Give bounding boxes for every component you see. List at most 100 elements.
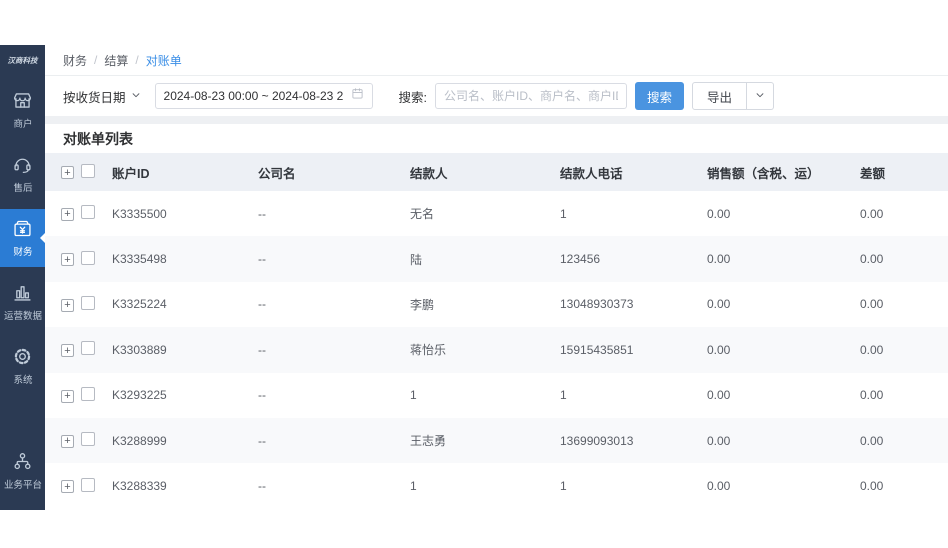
table-row: + K3288999 -- 王志勇 13699093013 0.00 0.00	[45, 417, 948, 464]
cell-account-id: K3335500	[112, 206, 167, 221]
export-button[interactable]: 导出	[692, 82, 748, 110]
cell-settler: 王志勇	[410, 434, 447, 449]
cell-account-id: K3325224	[112, 297, 167, 312]
cell-account-id: K3288339	[112, 479, 167, 494]
cell-company: --	[258, 342, 266, 357]
cell-settler: 李鹏	[410, 297, 435, 312]
cell-settler: 蒋怡乐	[410, 343, 447, 358]
cell-sales-amount: 0.00	[707, 252, 731, 267]
cell-account-id: K3293225	[112, 388, 167, 403]
select-all-checkbox[interactable]	[81, 163, 95, 178]
sidebar-item-label: 售后	[13, 183, 32, 194]
column-header-settler-phone: 结款人电话	[560, 166, 623, 181]
sidebar-item-aftersales[interactable]: 售后	[0, 145, 45, 203]
cell-sales-amount: 0.00	[707, 297, 731, 312]
chevron-down-icon	[131, 89, 141, 103]
search-button[interactable]: 搜索	[635, 82, 685, 110]
search-input[interactable]	[436, 84, 626, 108]
cell-settler-phone: 13048930373	[560, 297, 634, 312]
cell-settler-phone: 123456	[560, 252, 601, 267]
breadcrumb-statement[interactable]: 对账单	[146, 52, 182, 69]
cell-settler: 1	[410, 388, 417, 403]
expand-row-button[interactable]: +	[61, 207, 74, 221]
row-checkbox[interactable]	[81, 205, 95, 220]
row-checkbox[interactable]	[81, 432, 95, 447]
cell-settler: 1	[410, 479, 417, 494]
cashbox-icon	[12, 218, 33, 244]
sidebar-item-label: 业务平台	[3, 480, 42, 491]
cell-sales-amount: 0.00	[707, 479, 731, 494]
calendar-icon	[351, 87, 372, 105]
table-row: + K3288339 -- 1 1 0.00 0.00	[45, 463, 948, 509]
chevron-down-icon	[755, 87, 765, 105]
cell-settler: 陆	[410, 252, 423, 267]
date-range-input[interactable]	[155, 89, 351, 103]
export-dropdown-caret[interactable]	[747, 82, 775, 110]
expand-row-button[interactable]: +	[61, 480, 74, 494]
column-header-sales-amount: 销售额（含税、运）	[707, 166, 820, 181]
sidebar-item-business-platform[interactable]: 业务平台	[0, 442, 45, 500]
breadcrumb-settlement[interactable]: 结算	[104, 52, 128, 69]
breadcrumb-separator: /	[135, 53, 139, 67]
table-row: + K3325224 -- 李鹏 13048930373 0.00 0.00	[45, 281, 948, 328]
cell-settler-phone: 1	[560, 388, 567, 403]
expand-row-button[interactable]: +	[61, 298, 74, 312]
search-box	[435, 83, 627, 109]
date-type-label: 按收货日期	[63, 90, 126, 105]
row-checkbox[interactable]	[81, 386, 95, 401]
org-chart-icon	[12, 451, 33, 477]
column-header-account-id: 账户ID	[112, 166, 150, 181]
sidebar-item-label: 系统	[13, 375, 32, 386]
search-label: 搜索:	[398, 90, 427, 105]
sidebar-item-system[interactable]: 系统	[0, 337, 45, 395]
cell-account-id: K3303889	[112, 342, 167, 357]
expand-all-button[interactable]: +	[61, 166, 74, 180]
breadcrumb-finance[interactable]: 财务	[63, 52, 87, 69]
row-checkbox[interactable]	[81, 250, 95, 265]
sidebar-item-merchant[interactable]: 商户	[0, 81, 45, 139]
table-body: + K3335500 -- 无名 1 0.00 0.00 + K3335498 …	[45, 191, 948, 509]
bar-chart-icon	[12, 282, 33, 308]
row-checkbox[interactable]	[81, 295, 95, 310]
sidebar-item-finance[interactable]: 财务	[0, 209, 45, 267]
sidebar-item-label: 财务	[13, 247, 32, 258]
sidebar-item-operations-data[interactable]: 运营数据	[0, 273, 45, 331]
column-header-difference: 差额	[860, 166, 886, 181]
cell-account-id: K3288999	[112, 433, 167, 448]
table-row: + K3293225 -- 1 1 0.00 0.00	[45, 372, 948, 418]
export-split-button: 导出	[692, 82, 775, 110]
cell-difference: 0.00	[860, 297, 884, 312]
expand-row-button[interactable]: +	[61, 389, 74, 403]
cell-account-id: K3335498	[112, 252, 167, 267]
table-row: + K3335500 -- 无名 1 0.00 0.00	[45, 191, 948, 237]
cell-company: --	[258, 479, 266, 494]
date-type-select[interactable]: 按收货日期	[63, 87, 141, 106]
section-divider	[45, 116, 948, 124]
cell-sales-amount: 0.00	[707, 388, 731, 403]
cell-settler-phone: 1	[560, 479, 567, 494]
row-checkbox[interactable]	[81, 341, 95, 356]
cell-company: --	[258, 297, 266, 312]
cell-difference: 0.00	[860, 342, 884, 357]
date-range-picker[interactable]	[154, 83, 373, 109]
cell-difference: 0.00	[860, 206, 884, 221]
cell-difference: 0.00	[860, 433, 884, 448]
cell-company: --	[258, 252, 266, 267]
expand-row-button[interactable]: +	[61, 344, 74, 358]
expand-row-button[interactable]: +	[61, 253, 74, 267]
expand-row-button[interactable]: +	[61, 434, 74, 448]
cell-sales-amount: 0.00	[707, 342, 731, 357]
cell-difference: 0.00	[860, 479, 884, 494]
row-checkbox[interactable]	[81, 477, 95, 492]
table-header-row: + 账户ID 公司名 结款人 结款人电话 销售额（含税、运） 差额	[45, 153, 948, 191]
cell-sales-amount: 0.00	[707, 433, 731, 448]
logo: 汉商科技	[7, 55, 38, 65]
page-title: 对账单列表	[45, 124, 948, 153]
cell-difference: 0.00	[860, 252, 884, 267]
cell-settler-phone: 15915435851	[560, 342, 634, 357]
cell-settler-phone: 13699093013	[560, 433, 634, 448]
sidebar-item-label: 商户	[13, 119, 32, 130]
app-window: 汉商科技 商户 售后 财务 运营数据 系统 业务平台 财务 / 结算 / 对账单…	[0, 0, 948, 548]
cell-company: --	[258, 433, 266, 448]
sidebar: 汉商科技 商户 售后 财务 运营数据 系统 业务平台	[0, 45, 45, 510]
